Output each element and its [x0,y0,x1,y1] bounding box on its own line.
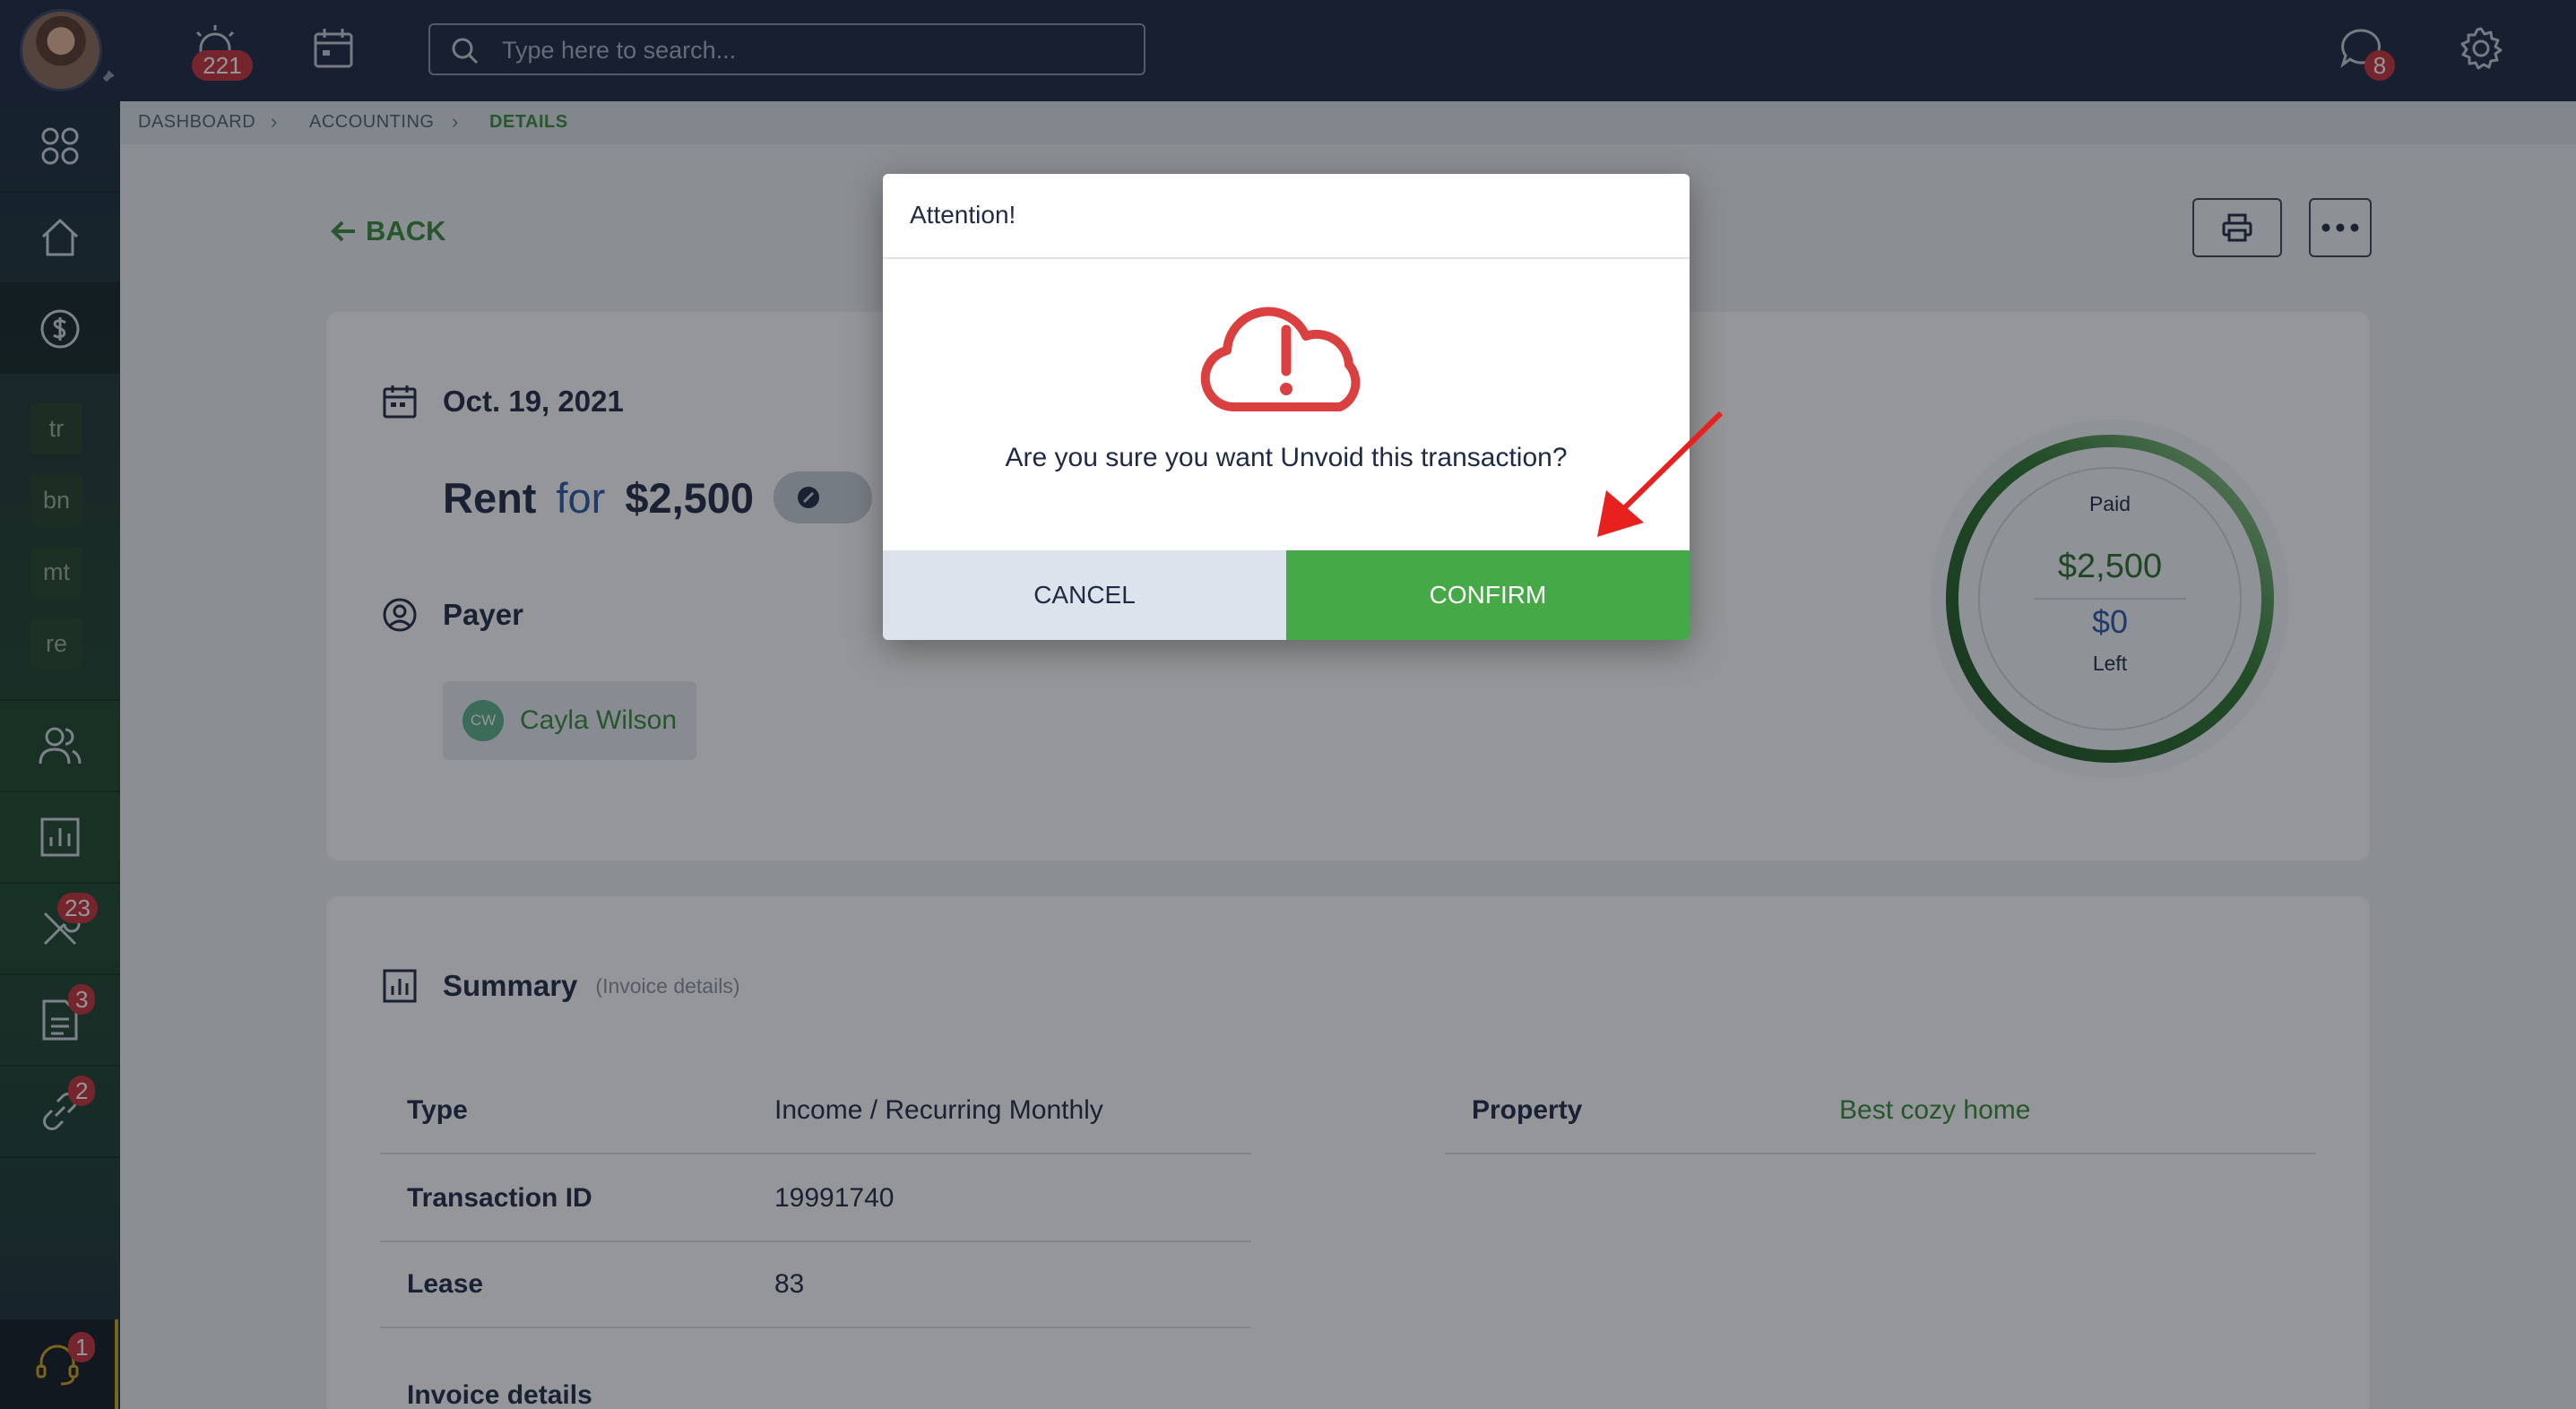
annotation-arrow-icon [1597,411,1724,537]
confirm-dialog: Attention! Are you sure you want Unvoid … [883,174,1690,640]
dialog-message: Are you sure you want Unvoid this transa… [1005,443,1568,472]
dialog-title: Attention! [883,174,1690,259]
confirm-button[interactable]: CONFIRM [1286,550,1690,640]
cancel-button[interactable]: CANCEL [883,550,1286,640]
cloud-alert-icon [1200,307,1361,411]
